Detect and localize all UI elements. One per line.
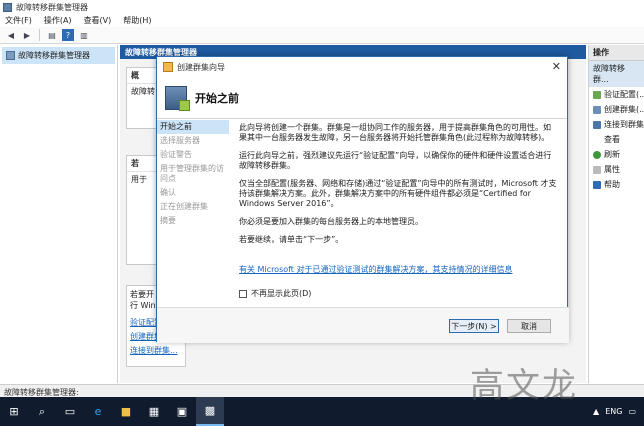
create-cluster-wizard: 创建群集向导 ✕ 开始之前 开始之前 选择服务器 验证警告 用于管理群集的访问点… — [156, 56, 569, 343]
connect-icon — [593, 120, 601, 129]
console-tree: 故障转移群集管理器 — [0, 45, 118, 383]
cluster-manager-task-icon[interactable]: ▩ — [196, 397, 224, 426]
close-icon[interactable]: ✕ — [552, 60, 561, 73]
wizard-icon — [163, 62, 173, 72]
step-summary[interactable]: 摘要 — [157, 214, 229, 228]
cancel-button[interactable]: 取消 — [507, 319, 551, 333]
tree-item-label: 故障转移群集管理器 — [18, 51, 90, 60]
cluster-icon — [6, 51, 15, 60]
step-confirm[interactable]: 确认 — [157, 186, 229, 200]
action-properties[interactable]: 属性 — [589, 162, 644, 177]
wizard-header: 开始之前 — [157, 77, 567, 119]
action-create[interactable]: 创建群集(... — [589, 102, 644, 117]
action-label: 验证配置(... — [604, 90, 644, 99]
actions-header: 操作 — [589, 45, 644, 61]
search-icon[interactable]: ⌕ — [28, 397, 56, 426]
actions-subheader: 故障转移群... — [589, 61, 644, 87]
watermark: 高文龙 — [470, 366, 578, 406]
step-select-servers[interactable]: 选择服务器 — [157, 134, 229, 148]
action-label: 属性 — [604, 165, 620, 174]
connect-cluster-link[interactable]: 连接到群集... — [130, 345, 182, 356]
actions-pane: 操作 故障转移群... 验证配置(... 创建群集(... 连接到群集 查看 刷… — [588, 45, 644, 383]
validate-icon — [593, 90, 601, 99]
menu-bar: 文件(F) 操作(A) 查看(V) 帮助(H) — [0, 14, 644, 27]
help-icon — [593, 180, 601, 189]
action-label: 连接到群集 — [604, 120, 644, 129]
show-action-pane-icon[interactable]: ▥ — [78, 29, 90, 41]
file-explorer-icon[interactable]: ■ — [112, 397, 140, 426]
wizard-paragraph: 运行此向导之前，强烈建议先运行“验证配置”向导，以确保你的硬件和硬件设置适合进行… — [239, 151, 552, 170]
back-icon[interactable]: ◀ — [5, 29, 17, 41]
step-creating[interactable]: 正在创建群集 — [157, 200, 229, 214]
language-indicator[interactable]: ENG — [605, 407, 622, 416]
wizard-paragraph: 仅当全部配置(服务器、网络和存储)通过“验证配置”向导中的所有测试时，Micro… — [239, 179, 557, 208]
system-tray: ▲ ENG ▭ — [593, 407, 644, 416]
title-bar: 故障转移群集管理器 — [0, 0, 644, 14]
edge-icon[interactable]: e — [84, 397, 112, 426]
notification-icon[interactable]: ▭ — [628, 407, 636, 416]
wizard-body: 此向导将创建一个群集。群集是一组协同工作的服务器，用于提高群集角色的可用性。如果… — [239, 123, 557, 253]
dont-show-checkbox[interactable] — [239, 289, 247, 298]
wizard-footer: 下一步(N) > 取消 — [157, 307, 569, 343]
cluster-wizard-icon — [165, 85, 190, 111]
create-cluster-icon — [593, 105, 601, 114]
action-validate[interactable]: 验证配置(... — [589, 87, 644, 102]
network-icon[interactable]: ▲ — [593, 407, 599, 416]
step-validation-warning[interactable]: 验证警告 — [157, 148, 229, 162]
desktop: 故障转移群集管理器 文件(F) 操作(A) 查看(V) 帮助(H) ◀ ▶ ▤ … — [0, 0, 644, 426]
wizard-paragraph: 此向导将创建一个群集。群集是一组协同工作的服务器，用于提高群集角色的可用性。如果… — [239, 123, 551, 142]
wizard-paragraph: 你必须是要加入群集的每台服务器上的本地管理员。 — [239, 217, 423, 226]
properties-icon — [593, 165, 601, 174]
step-access-point[interactable]: 用于管理群集的访问点 — [157, 162, 229, 186]
menu-view[interactable]: 查看(V) — [84, 15, 112, 26]
dont-show-label: 不再显示此页(D) — [251, 289, 312, 298]
console-tree-icon[interactable]: ▤ — [46, 29, 58, 41]
toolbar: ◀ ▶ ▤ ? ▥ — [0, 27, 644, 44]
step-before-you-begin[interactable]: 开始之前 — [157, 120, 229, 134]
action-label: 刷新 — [604, 150, 620, 159]
cluster-tool-icon[interactable]: ▣ — [168, 397, 196, 426]
wizard-page-title: 开始之前 — [195, 91, 239, 105]
toolbar-divider — [39, 29, 40, 41]
support-info-link[interactable]: 有关 Microsoft 对于已通过验证测试的群集解决方案，其支持情况的详细信息 — [239, 264, 559, 275]
action-label: 创建群集(... — [604, 105, 644, 114]
refresh-icon — [593, 150, 601, 159]
forward-icon[interactable]: ▶ — [21, 29, 33, 41]
task-view-icon[interactable]: ▭ — [56, 397, 84, 426]
menu-action[interactable]: 操作(A) — [44, 15, 72, 26]
wizard-paragraph: 若要继续，请单击“下一步”。 — [239, 235, 344, 244]
tree-item-root[interactable]: 故障转移群集管理器 — [2, 47, 115, 64]
action-refresh[interactable]: 刷新 — [589, 147, 644, 162]
view-icon — [593, 136, 601, 144]
cluster-manager-icon — [3, 2, 12, 12]
server-manager-icon[interactable]: ▦ — [140, 397, 168, 426]
dont-show-again[interactable]: 不再显示此页(D) — [239, 288, 311, 299]
help-icon[interactable]: ? — [62, 29, 74, 41]
window-title: 故障转移群集管理器 — [16, 2, 88, 12]
action-help[interactable]: 帮助 — [589, 177, 644, 192]
start-icon[interactable]: ⊞ — [0, 397, 28, 426]
menu-help[interactable]: 帮助(H) — [123, 15, 151, 26]
action-label: 查看 — [604, 135, 620, 144]
wizard-title: 创建群集向导 — [177, 62, 225, 72]
action-connect[interactable]: 连接到群集 — [589, 117, 644, 132]
next-button[interactable]: 下一步(N) > — [449, 319, 499, 333]
wizard-title-bar: 创建群集向导 ✕ — [157, 57, 567, 77]
action-label: 帮助 — [604, 180, 620, 189]
action-view[interactable]: 查看 — [589, 132, 644, 147]
menu-file[interactable]: 文件(F) — [5, 15, 32, 26]
